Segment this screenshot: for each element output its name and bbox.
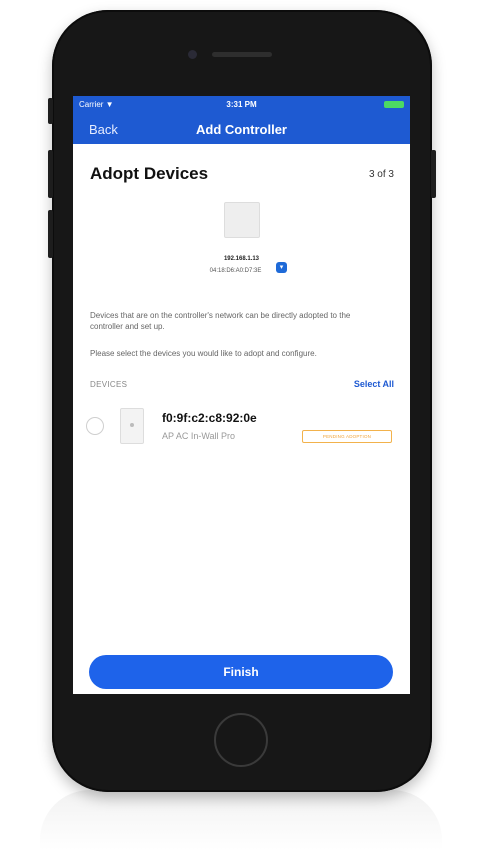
nav-title: Add Controller <box>196 122 287 137</box>
controller-ip: 192.168.1.13 <box>223 256 260 262</box>
devices-section-header: DEVICES <box>90 380 128 389</box>
device-select-radio[interactable] <box>86 417 104 435</box>
chevron-down-icon[interactable]: ▾ <box>276 262 287 273</box>
select-instruction: Please select the devices you would like… <box>90 349 317 358</box>
power-button <box>431 150 436 198</box>
status-badge: PENDING ADOPTION <box>302 430 392 443</box>
app-screen: Carrier ▼ 3:31 PM Back Add Controller Ad… <box>73 96 410 694</box>
mute-switch <box>48 98 53 124</box>
finish-button[interactable]: Finish <box>89 655 393 689</box>
volume-down-button <box>48 210 53 258</box>
status-bar: Carrier ▼ 3:31 PM <box>73 96 410 114</box>
select-all-button[interactable]: Select All <box>354 379 394 389</box>
adopt-description: Devices that are on the controller's net… <box>90 311 351 331</box>
front-camera <box>188 50 197 59</box>
clock: 3:31 PM <box>226 100 257 109</box>
in-wall-device-icon <box>120 408 144 444</box>
device-mac: f0:9f:c2:c8:92:0e <box>162 411 257 425</box>
volume-up-button <box>48 150 53 198</box>
phone-reflection <box>40 790 442 850</box>
earpiece-speaker <box>212 52 272 57</box>
controller-mac: 04:18:D6:A0:D7:3E <box>209 268 262 274</box>
page-title: Adopt Devices <box>90 164 209 183</box>
home-button <box>214 713 268 767</box>
battery-icon <box>384 101 404 108</box>
controller-device-icon <box>224 202 260 238</box>
device-model: AP AC In-Wall Pro <box>162 431 236 441</box>
step-indicator: 3 of 3 <box>368 169 394 180</box>
nav-bar: Back Add Controller <box>73 114 410 144</box>
